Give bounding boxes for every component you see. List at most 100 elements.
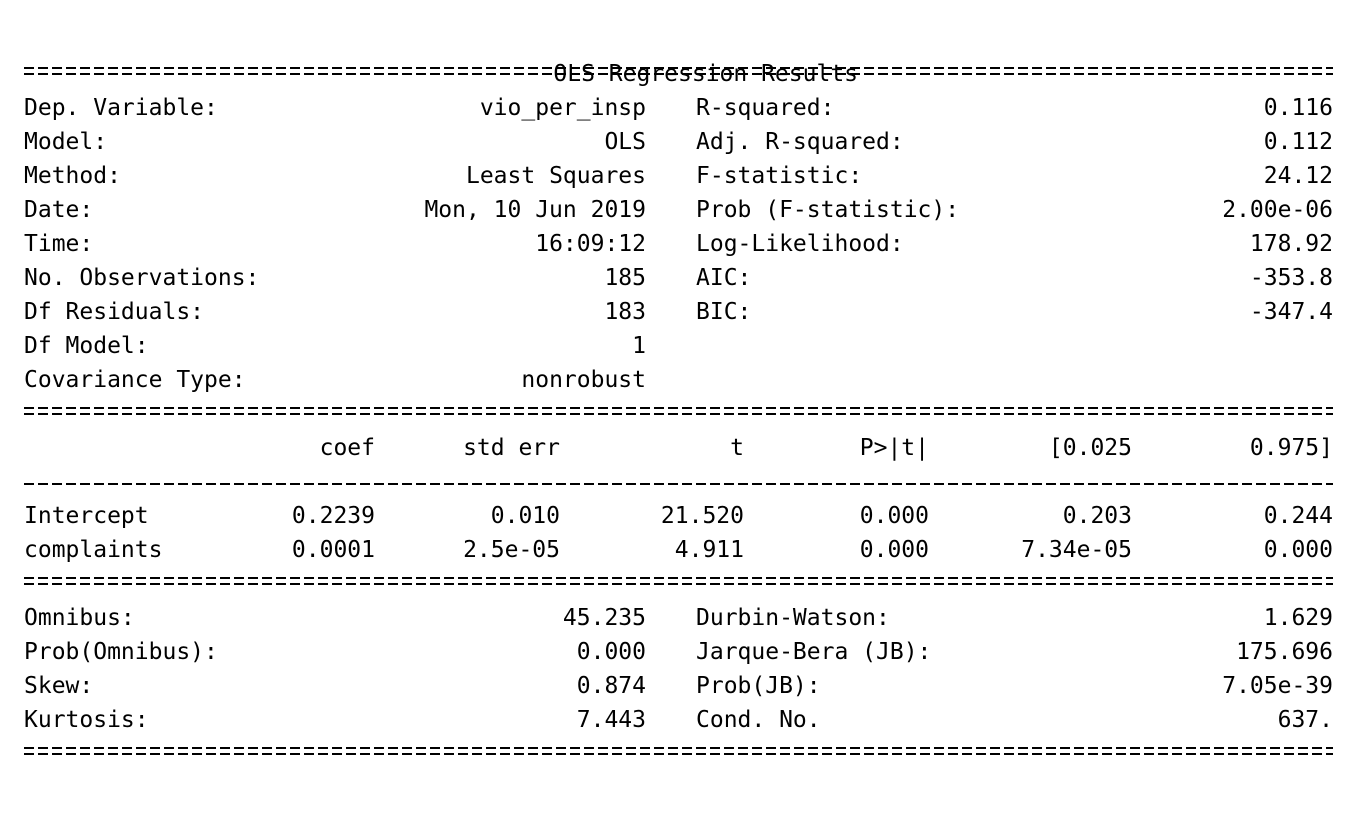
summary-value: -347.4: [1249, 299, 1333, 325]
summary-label: Log-Likelihood:: [696, 231, 904, 257]
coef-cell: 0.2239: [291, 503, 375, 529]
summary-label: Time:: [24, 231, 94, 257]
coef-cell: 0.0001: [291, 537, 375, 563]
summary-row: Df Model: 1: [24, 329, 646, 363]
coef-header: t: [730, 435, 744, 461]
diagnostics-row: Prob(Omnibus): 0.000: [24, 635, 646, 669]
summary-label: R-squared:: [696, 95, 835, 121]
double-rule-coef-top: [24, 405, 1333, 419]
summary-label: No. Observations:: [24, 265, 260, 291]
coef-header: std err: [463, 435, 560, 461]
summary-value: 1: [632, 333, 646, 359]
summary-row: AIC: -353.8: [696, 261, 1333, 295]
summary-row: Df Residuals: 183: [24, 295, 646, 329]
summary-row: No. Observations: 185: [24, 261, 646, 295]
coef-cell: 7.34e-05: [1021, 537, 1132, 563]
coef-cell: 21.520: [660, 503, 744, 529]
diagnostics-value: 7.443: [576, 707, 646, 733]
summary-row: Covariance Type: nonrobust: [24, 363, 646, 397]
double-rule-top: [24, 65, 1333, 79]
summary-row: Date: Mon, 10 Jun 2019: [24, 193, 646, 227]
summary-label: Covariance Type:: [24, 367, 246, 393]
coef-cell: 0.203: [1062, 503, 1132, 529]
coef-header: coef: [319, 435, 375, 461]
summary-row: Time: 16:09:12: [24, 227, 646, 261]
single-rule-coef: [24, 474, 1333, 494]
summary-label: F-statistic:: [696, 163, 863, 189]
summary-label: Date:: [24, 197, 94, 223]
summary-label: BIC:: [696, 299, 752, 325]
summary-row: Log-Likelihood: 178.92: [696, 227, 1333, 261]
summary-row: Model: OLS: [24, 125, 646, 159]
diagnostics-value: 0.874: [576, 673, 646, 699]
summary-label: Df Model:: [24, 333, 149, 359]
page-title: OLS Regression Results: [0, 23, 1356, 87]
coef-cell: 0.000: [859, 537, 929, 563]
summary-value: 183: [604, 299, 646, 325]
diagnostics-value: 1.629: [1263, 605, 1333, 631]
diagnostics-row: Cond. No. 637.: [696, 703, 1333, 737]
coef-header-row: coef std err t P>|t| [0.025 0.975]: [24, 431, 1333, 465]
diagnostics-value: 175.696: [1236, 639, 1333, 665]
double-rule-bottom: [24, 745, 1333, 759]
coef-cell: 0.244: [1263, 503, 1333, 529]
coef-row-name: complaints: [24, 537, 163, 563]
table-row: Intercept 0.2239 0.010 21.520 0.000 0.20…: [24, 499, 1333, 533]
diagnostics-label: Cond. No.: [696, 707, 821, 733]
diagnostics-value: 45.235: [562, 605, 646, 631]
diagnostics-label: Durbin-Watson:: [696, 605, 890, 631]
coef-cell: 4.911: [674, 537, 744, 563]
summary-row: Adj. R-squared: 0.112: [696, 125, 1333, 159]
summary-label: Method:: [24, 163, 121, 189]
summary-label: Dep. Variable:: [24, 95, 218, 121]
coef-header: 0.975]: [1249, 435, 1333, 461]
coef-cell: 2.5e-05: [463, 537, 560, 563]
summary-value: Least Squares: [465, 163, 646, 189]
summary-row: Prob (F-statistic): 2.00e-06: [696, 193, 1333, 227]
coef-header: [0.025: [1048, 435, 1132, 461]
diagnostics-value: 637.: [1277, 707, 1333, 733]
diagnostics-row: Durbin-Watson: 1.629: [696, 601, 1333, 635]
summary-label: Prob (F-statistic):: [696, 197, 960, 223]
summary-value: vio_per_insp: [479, 95, 646, 121]
diagnostics-row: Omnibus: 45.235: [24, 601, 646, 635]
summary-label: Df Residuals:: [24, 299, 205, 325]
table-row: complaints 0.0001 2.5e-05 4.911 0.000 7.…: [24, 533, 1333, 567]
summary-value: nonrobust: [521, 367, 646, 393]
summary-row: BIC: -347.4: [696, 295, 1333, 329]
summary-value: 24.12: [1263, 163, 1333, 189]
summary-value: OLS: [604, 129, 646, 155]
diagnostics-label: Kurtosis:: [24, 707, 149, 733]
diagnostics-row: Prob(JB): 7.05e-39: [696, 669, 1333, 703]
diagnostics-row: Kurtosis: 7.443: [24, 703, 646, 737]
summary-value: 0.116: [1263, 95, 1333, 121]
diagnostics-row: Jarque-Bera (JB): 175.696: [696, 635, 1333, 669]
summary-value: 2.00e-06: [1222, 197, 1333, 223]
diagnostics-label: Omnibus:: [24, 605, 135, 631]
summary-label: AIC:: [696, 265, 752, 291]
diagnostics-label: Prob(Omnibus):: [24, 639, 218, 665]
summary-value: 16:09:12: [535, 231, 646, 257]
diagnostics-value: 0.000: [576, 639, 646, 665]
summary-value: -353.8: [1249, 265, 1333, 291]
coef-cell: 0.000: [859, 503, 929, 529]
summary-row: R-squared: 0.116: [696, 91, 1333, 125]
summary-value: 178.92: [1249, 231, 1333, 257]
diagnostics-label: Skew:: [24, 673, 94, 699]
coef-header: P>|t|: [859, 435, 929, 461]
summary-value: 0.112: [1263, 129, 1333, 155]
coef-cell: 0.010: [490, 503, 560, 529]
diagnostics-label: Jarque-Bera (JB):: [696, 639, 932, 665]
summary-value: Mon, 10 Jun 2019: [424, 197, 646, 223]
diagnostics-label: Prob(JB):: [696, 673, 821, 699]
summary-value: 185: [604, 265, 646, 291]
coef-row-name: Intercept: [24, 503, 149, 529]
diagnostics-row: Skew: 0.874: [24, 669, 646, 703]
summary-row: Method: Least Squares: [24, 159, 646, 193]
summary-label: Model:: [24, 129, 108, 155]
summary-row: F-statistic: 24.12: [696, 159, 1333, 193]
coef-cell: 0.000: [1263, 537, 1333, 563]
double-rule-diagnostics-top: [24, 575, 1333, 589]
summary-row: Dep. Variable: vio_per_insp: [24, 91, 646, 125]
diagnostics-value: 7.05e-39: [1222, 673, 1333, 699]
